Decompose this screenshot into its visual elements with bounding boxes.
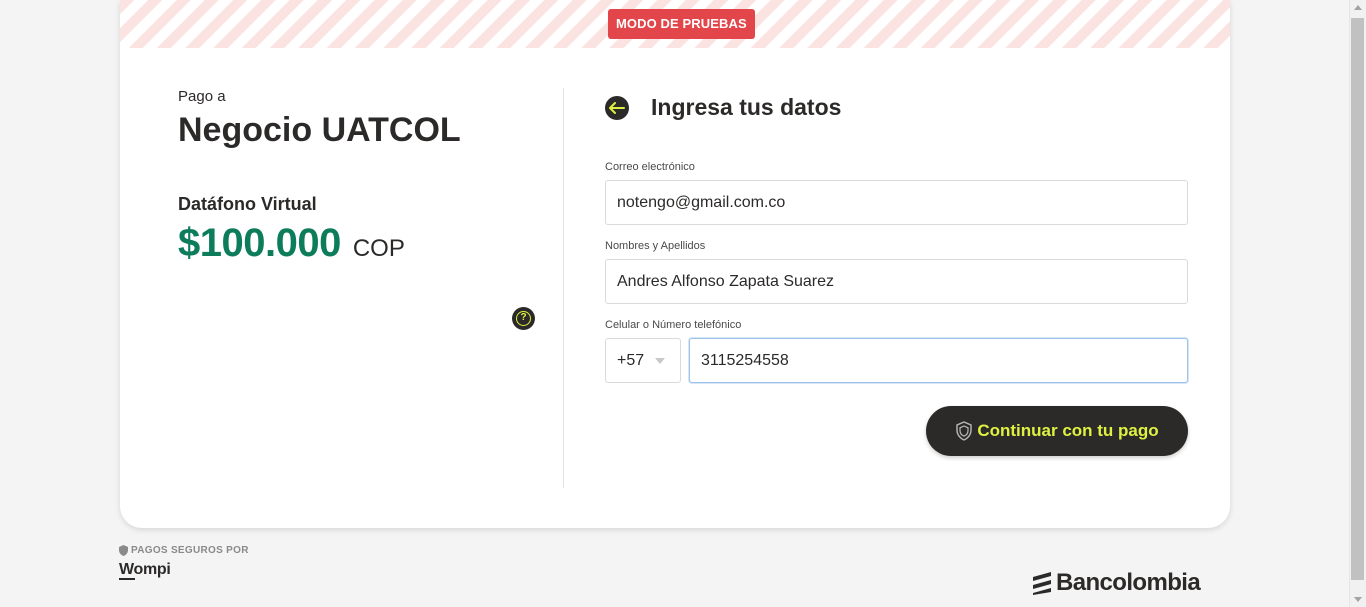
payment-summary: Pago a Negocio UATCOL Datáfono Virtual $… [178,88,558,266]
wompi-logo-underline [119,578,135,580]
product-name: Datáfono Virtual [178,194,317,214]
back-button[interactable] [605,96,629,120]
secure-payments-label: PAGOS SEGUROS POR [119,545,249,556]
merchant-name: Negocio UATCOL [178,111,461,149]
country-code-select[interactable]: +57 [605,338,681,383]
currency-code: COP [352,235,405,262]
scrollbar[interactable] [1349,0,1366,607]
continue-button-label: Continuar con tu pago [977,421,1159,440]
wompi-logo-text: Wompi [119,561,171,578]
bancolombia-mark-icon [1031,571,1053,595]
shield-icon [955,421,973,441]
checkout-card: MODO DE PRUEBAS Pago a Negocio UATCOL Da… [120,0,1230,528]
scroll-up-icon[interactable] [1354,5,1362,10]
full-name-label: Nombres y Apellidos [605,240,706,252]
form-title: Ingresa tus datos [651,94,842,120]
phone-label: Celular o Número telefónico [605,319,742,331]
wompi-logo: Wompi [119,561,171,580]
country-code-value: +57 [617,352,645,369]
scroll-down-icon[interactable] [1354,597,1362,602]
amount-row: $100.000 COP [178,221,558,266]
arrow-left-icon [609,102,625,114]
scrollbar-thumb[interactable] [1351,18,1364,580]
amount-value: $100.000 [178,221,341,265]
chevron-down-icon [655,358,665,364]
bancolombia-logo-text: Bancolombia [1056,569,1201,596]
secure-payments-text: PAGOS SEGUROS POR [131,545,249,556]
email-field[interactable]: notengo@gmail.com.co [605,180,1188,225]
column-divider [563,88,564,488]
full-name-field[interactable]: Andres Alfonso Zapata Suarez [605,259,1188,304]
email-label: Correo electrónico [605,161,695,173]
pay-to-label: Pago a [178,88,226,105]
question-mark-icon[interactable]: ? [512,307,535,330]
test-mode-badge: MODO DE PRUEBAS [608,9,755,39]
continue-button[interactable]: Continuar con tu pago [926,406,1188,456]
bancolombia-logo: Bancolombia [1031,569,1201,597]
phone-field[interactable]: 3115254558 [689,338,1188,383]
test-mode-banner: MODO DE PRUEBAS [120,0,1230,48]
shield-check-icon [119,545,128,556]
